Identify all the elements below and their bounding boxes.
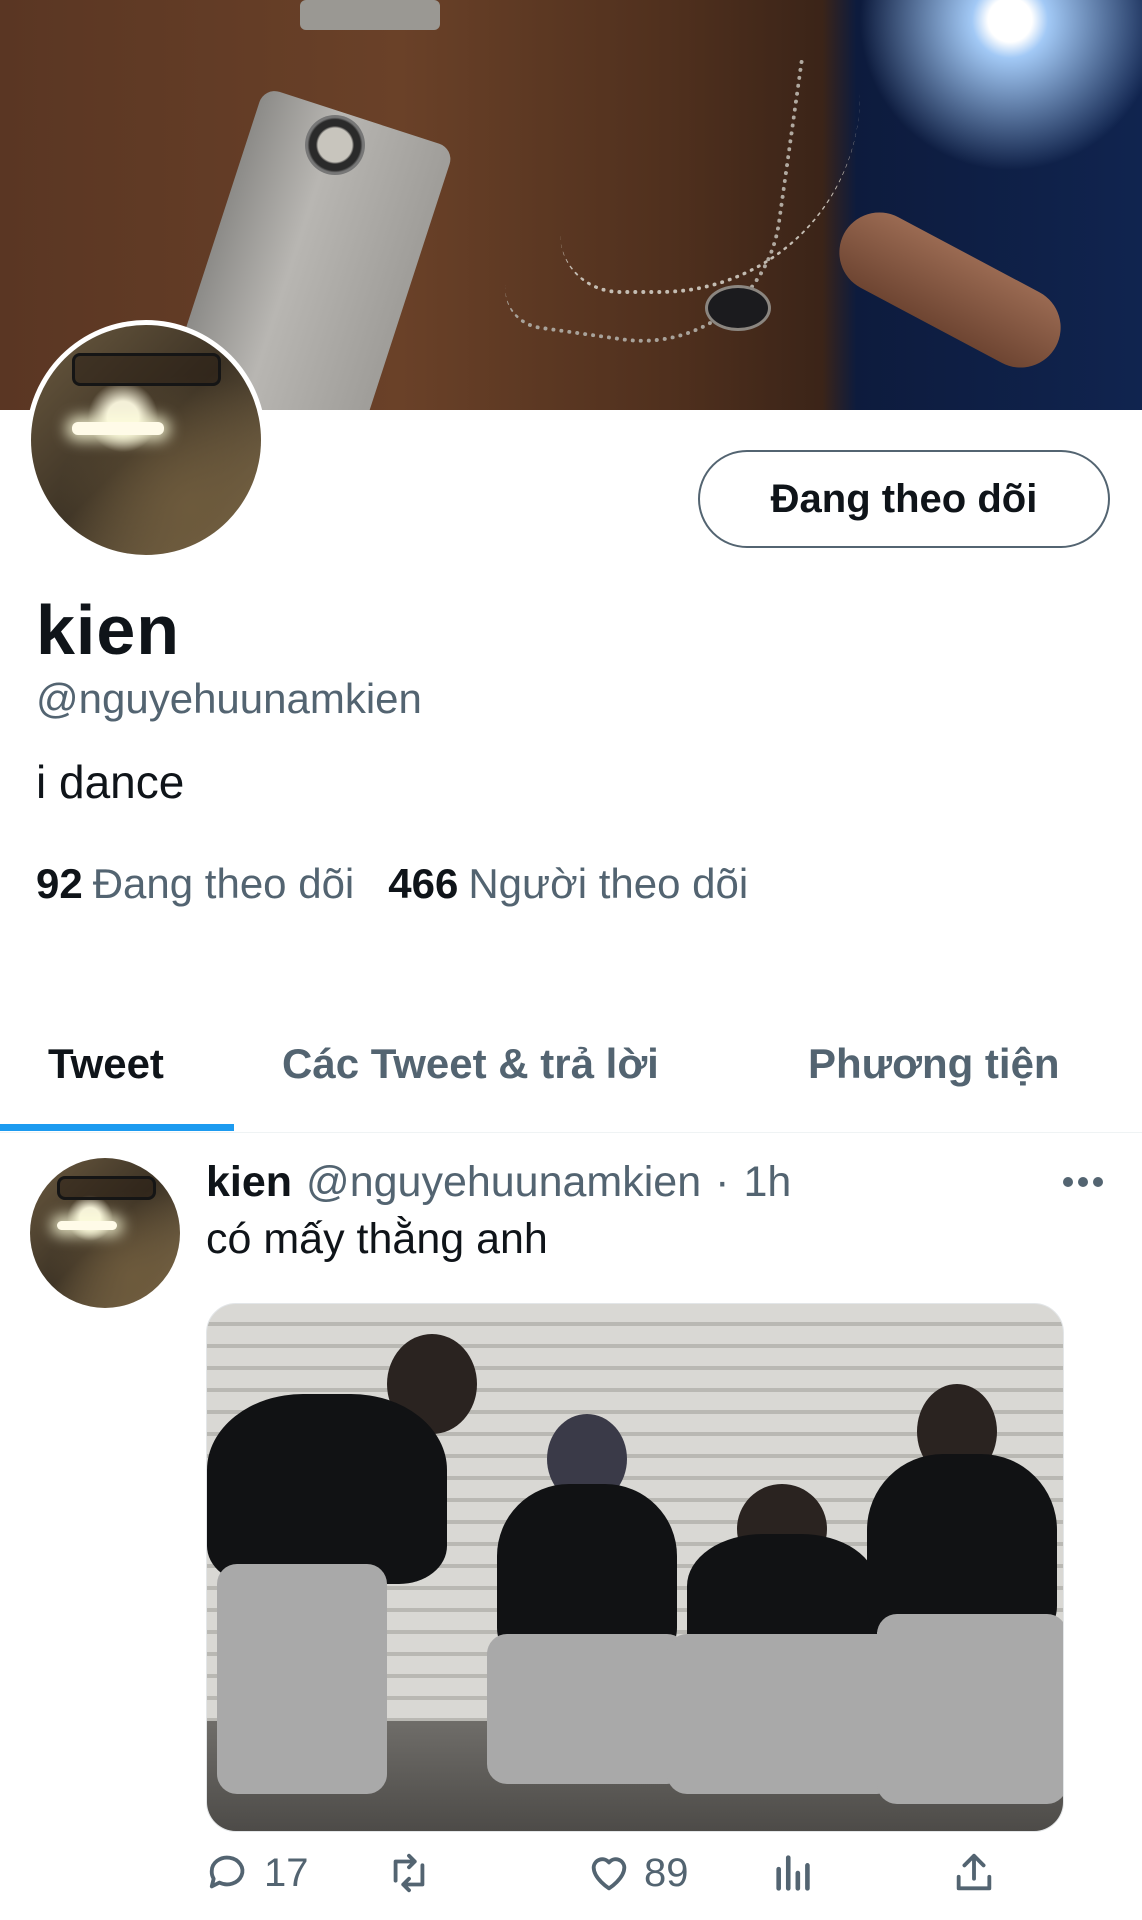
profile-display-name: kien — [36, 591, 181, 669]
retweet-button[interactable] — [386, 1850, 432, 1896]
tweet-separator: · — [715, 1158, 730, 1206]
banner-pendant — [705, 285, 771, 331]
following-stat[interactable]: 92 Đang theo dõi — [36, 860, 354, 908]
photo-person — [487, 1414, 687, 1814]
followers-stat[interactable]: 466 Người theo dõi — [388, 860, 748, 908]
tweet-avatar[interactable] — [30, 1158, 180, 1308]
tweet-actions: 17 89 — [206, 1850, 1066, 1910]
share-button[interactable] — [951, 1850, 997, 1896]
tweet-author-name[interactable]: kien — [206, 1158, 292, 1206]
share-icon — [956, 1853, 992, 1891]
active-tab-indicator — [0, 1124, 234, 1131]
following-button[interactable]: Đang theo dõi — [698, 450, 1110, 548]
reply-button[interactable]: 17 — [206, 1850, 309, 1896]
tweet-header: kien @nguyehuunamkien · 1h — [206, 1158, 791, 1207]
photo-person — [867, 1384, 1063, 1814]
tweet-photo[interactable] — [206, 1303, 1064, 1832]
reply-icon — [209, 1855, 245, 1889]
following-label: Đang theo dõi — [92, 860, 355, 907]
like-icon — [591, 1857, 627, 1891]
banner-buckle — [300, 0, 440, 30]
banner-stud — [305, 115, 365, 175]
photo-person — [667, 1484, 897, 1814]
more-icon[interactable] — [1058, 1162, 1108, 1202]
views-button[interactable] — [771, 1850, 817, 1896]
profile-handle: @nguyehuunamkien — [36, 675, 422, 722]
photo-person — [207, 1334, 477, 1814]
like-count: 89 — [644, 1850, 689, 1895]
profile-bio: i dance — [36, 756, 185, 808]
tweet-timestamp[interactable]: 1h — [743, 1158, 791, 1206]
following-count: 92 — [36, 860, 83, 907]
tweet-author-handle[interactable]: @nguyehuunamkien — [306, 1158, 701, 1206]
followers-count: 466 — [388, 860, 459, 907]
profile-tabs: Tweet Các Tweet & trả lời Phương tiện — [0, 1010, 1142, 1133]
banner-chain-secondary — [560, 60, 860, 294]
like-button[interactable]: 89 — [586, 1850, 689, 1896]
avatar[interactable] — [31, 325, 261, 555]
tab-tweets-and-replies[interactable]: Các Tweet & trả lời — [282, 1040, 659, 1088]
retweet-icon — [393, 1853, 425, 1893]
views-icon — [776, 1855, 810, 1891]
tab-media[interactable]: Phương tiện — [808, 1040, 1060, 1088]
tweet-text: có mấy thằng anh — [206, 1215, 548, 1263]
followers-label: Người theo dõi — [468, 860, 749, 907]
banner-finger — [825, 198, 1075, 382]
profile-stats: 92 Đang theo dõi 466 Người theo dõi — [36, 860, 748, 908]
reply-count: 17 — [264, 1850, 309, 1895]
tab-tweets[interactable]: Tweet — [48, 1040, 164, 1088]
